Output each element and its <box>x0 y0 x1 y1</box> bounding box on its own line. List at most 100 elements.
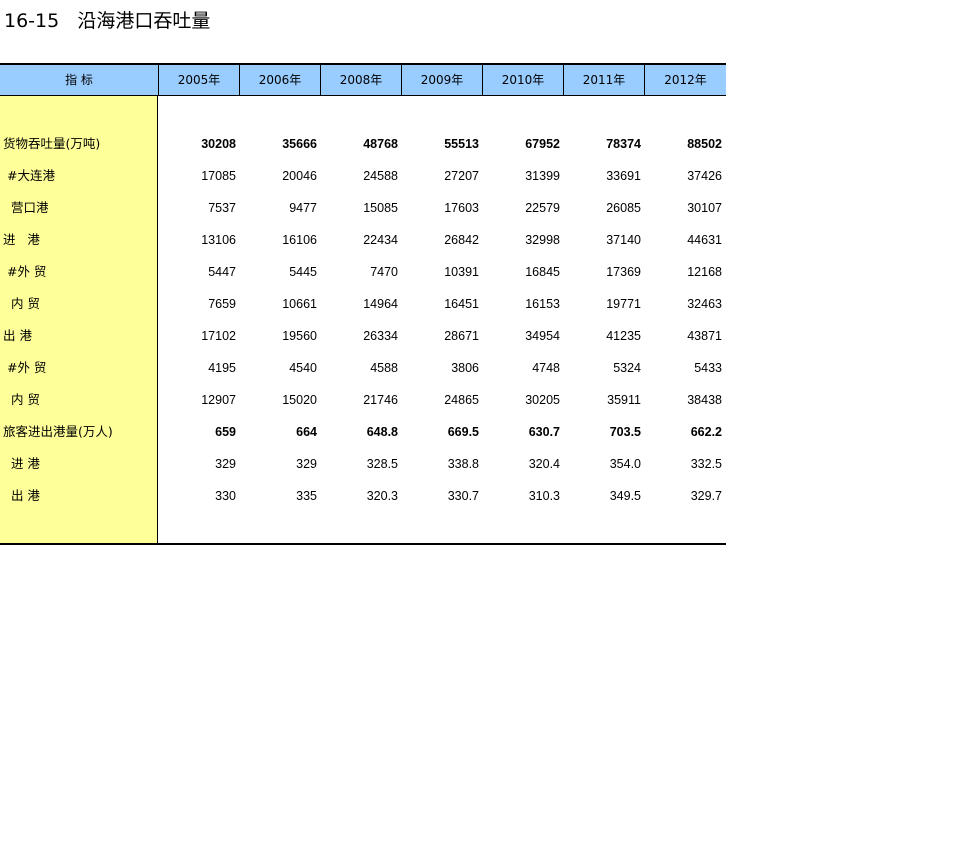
table-cell: 4195 <box>208 361 236 375</box>
table-cell: 5324 <box>613 361 641 375</box>
table-cell: 78374 <box>606 137 641 151</box>
table-cell: 24588 <box>363 169 398 183</box>
table-cell: 35911 <box>607 393 641 407</box>
header-year-6: 2012年 <box>644 65 726 96</box>
table-cell: 13106 <box>201 233 236 247</box>
header-indicator: 指 标 <box>65 73 93 87</box>
table-cell: 22434 <box>363 233 398 247</box>
header-year-4: 2010年 <box>482 65 563 96</box>
table-cell: 67952 <box>525 137 560 151</box>
table-cell: 26842 <box>444 233 479 247</box>
row-label: #外 贸 <box>3 264 47 279</box>
table-cell: 16451 <box>444 297 479 311</box>
table-cell: 354.0 <box>609 457 641 471</box>
table-cell: 30205 <box>525 393 560 407</box>
table-cell: 16845 <box>525 265 560 279</box>
table-cell: 7537 <box>208 201 236 215</box>
table-cell: 5445 <box>289 265 317 279</box>
row-label: #外 贸 <box>3 360 47 375</box>
row-label: 内 贸 <box>3 296 40 311</box>
table-cell: 17603 <box>444 201 479 215</box>
table-cell: 43871 <box>687 329 722 343</box>
table-cell: 37426 <box>687 169 722 183</box>
row-label: 进 港 <box>3 456 40 471</box>
table-row: #大连港 17085 20046 24588 27207 31399 33691 37426 <box>0 160 726 192</box>
table-cell: 33691 <box>606 169 641 183</box>
table-cell: 32998 <box>525 233 560 247</box>
header-year-1: 2006年 <box>239 65 320 96</box>
table-cell: 4588 <box>370 361 398 375</box>
table-row: 内 贸 7659 10661 14964 16451 16153 19771 32463 <box>0 288 726 320</box>
table-cell: 28671 <box>444 329 479 343</box>
table-cell: 26334 <box>363 329 398 343</box>
table-row: 进 港 329 329 328.5 338.8 320.4 354.0 332.5 <box>0 448 726 480</box>
table-cell: 10391 <box>444 265 479 279</box>
table-row: 出 港 17102 19560 26334 28671 34954 41235 43871 <box>0 320 726 352</box>
table-row: #外 贸 5447 5445 7470 10391 16845 17369 12168 <box>0 256 726 288</box>
table-cell: 37140 <box>606 233 641 247</box>
row-label: 出 港 <box>3 488 40 503</box>
row-label: 出 港 <box>3 328 32 343</box>
table-cell: 24865 <box>444 393 479 407</box>
page-title: 16-15 沿海港口吞吐量 <box>4 10 211 32</box>
row-label: 营口港 <box>3 200 49 215</box>
row-label: 货物吞吐量(万吨) <box>3 136 101 151</box>
row-label: #大连港 <box>3 168 55 183</box>
table-cell: 22579 <box>525 201 560 215</box>
table-cell: 30208 <box>201 137 236 151</box>
table-cell: 5447 <box>208 265 236 279</box>
table-cell: 32463 <box>687 297 722 311</box>
table-cell: 17085 <box>201 169 236 183</box>
table-cell: 12907 <box>201 393 236 407</box>
table-bottom-border <box>0 543 726 545</box>
table-cell: 88502 <box>687 137 722 151</box>
table-cell: 16153 <box>525 297 560 311</box>
table-cell: 338.8 <box>447 457 479 471</box>
table-cell: 329 <box>215 457 236 471</box>
table-cell: 35666 <box>282 137 317 151</box>
table-cell: 5433 <box>694 361 722 375</box>
table-cell: 14964 <box>363 297 398 311</box>
table-row: 进 港 13106 16106 22434 26842 32998 37140 44631 <box>0 224 726 256</box>
table-cell: 630.7 <box>528 425 560 439</box>
table-cell: 320.4 <box>528 457 560 471</box>
table-cell: 19560 <box>282 329 317 343</box>
table-cell: 20046 <box>282 169 317 183</box>
table-cell: 17102 <box>201 329 236 343</box>
table-cell: 30107 <box>687 201 722 215</box>
table-cell: 664 <box>296 425 317 439</box>
table-cell: 7659 <box>208 297 236 311</box>
table-cell: 328.5 <box>366 457 398 471</box>
table-cell: 27207 <box>444 169 479 183</box>
table-cell: 34954 <box>525 329 560 343</box>
table-cell: 648.8 <box>366 425 398 439</box>
table-cell: 659 <box>215 425 236 439</box>
table-cell: 19771 <box>606 297 641 311</box>
table-cell: 310.3 <box>528 489 560 503</box>
table-cell: 7470 <box>370 265 398 279</box>
table-cell: 330.7 <box>447 489 479 503</box>
table-cell: 349.5 <box>609 489 641 503</box>
row-label: 进 港 <box>3 232 40 247</box>
table-cell: 662.2 <box>690 425 722 439</box>
header-year-5: 2011年 <box>563 65 644 96</box>
table-cell: 48768 <box>363 137 398 151</box>
table-header: 指 标 2005年 2006年 2008年 2009年 2010年 2011年 2012年 <box>0 63 726 96</box>
table-cell: 41235 <box>606 329 641 343</box>
header-year-0: 2005年 <box>158 65 239 96</box>
table-cell: 10661 <box>282 297 317 311</box>
table-cell: 329 <box>296 457 317 471</box>
table-cell: 669.5 <box>447 425 479 439</box>
header-year-3: 2009年 <box>401 65 482 96</box>
table-cell: 15020 <box>282 393 317 407</box>
table-row: #外 贸 4195 4540 4588 3806 4748 5324 5433 <box>0 352 726 384</box>
table-cell: 320.3 <box>366 489 398 503</box>
table-row: 货物吞吐量(万吨) 30208 35666 48768 55513 67952 78374 8… <box>0 128 726 160</box>
table-row: 营口港 7537 9477 15085 17603 22579 26085 30107 <box>0 192 726 224</box>
row-label: 内 贸 <box>3 392 40 407</box>
table-cell: 329.7 <box>690 489 722 503</box>
table-cell: 44631 <box>687 233 722 247</box>
table-cell: 4540 <box>289 361 317 375</box>
table-cell: 3806 <box>451 361 479 375</box>
header-year-2: 2008年 <box>320 65 401 96</box>
